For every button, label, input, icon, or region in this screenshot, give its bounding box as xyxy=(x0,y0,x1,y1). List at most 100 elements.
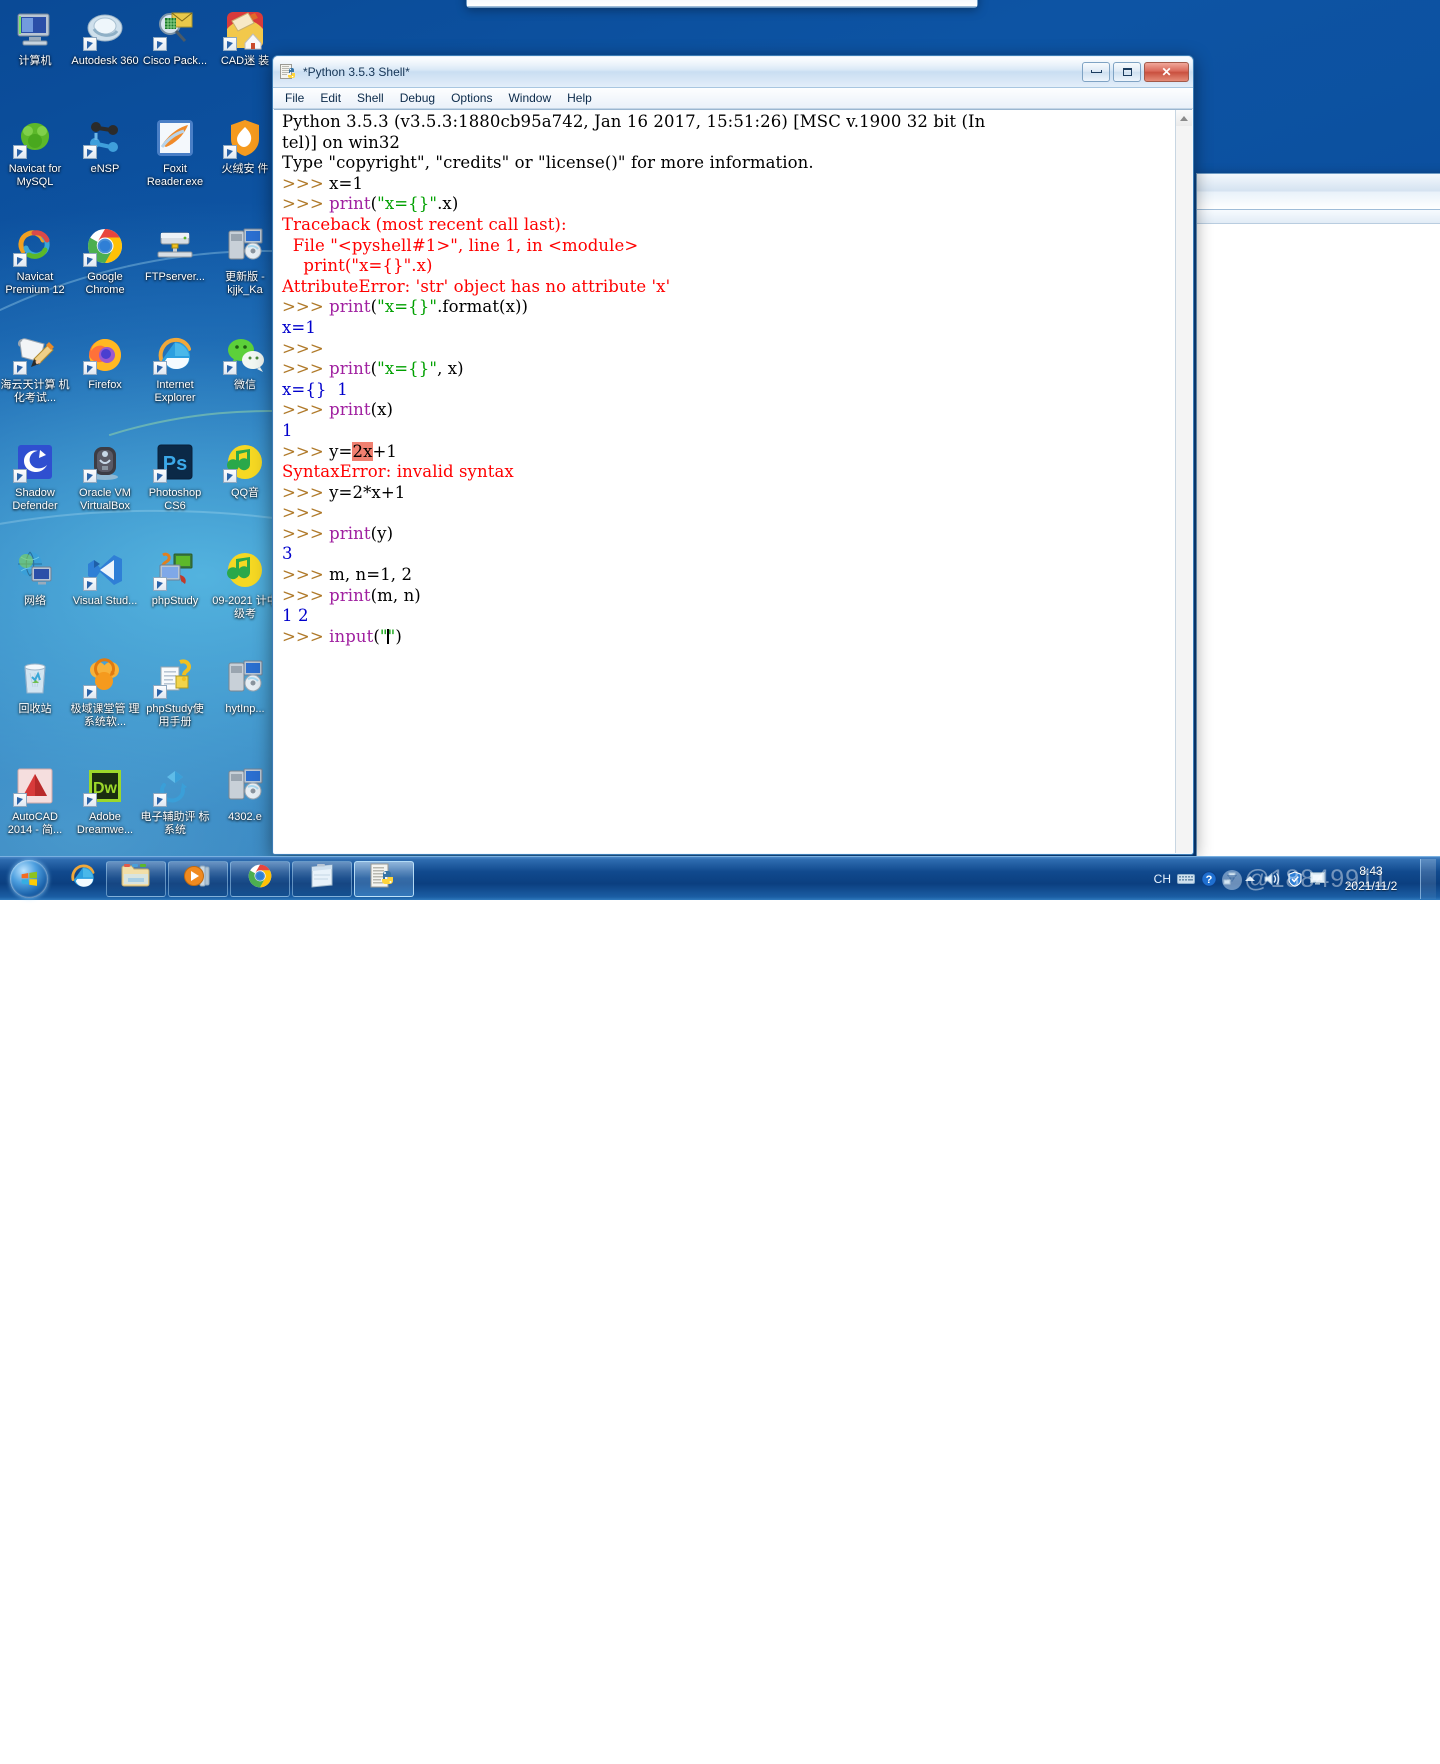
shell-text-span: AttributeError: 'str' object has no attr… xyxy=(282,277,670,296)
network-icon[interactable] xyxy=(1223,871,1237,887)
desktop-icon-cad-install[interactable]: CAD迷 装 xyxy=(210,4,280,112)
shortcut-arrow-icon xyxy=(13,469,27,483)
input-method-indicator[interactable]: CH xyxy=(1154,872,1171,886)
shell-text-span: input xyxy=(329,627,373,646)
desktop-icon-wechat[interactable]: 微信 xyxy=(210,328,280,436)
clock[interactable]: 8:43 2021/11/2 xyxy=(1332,864,1410,894)
desktop-icon-exam-scroll-pencil[interactable]: 海云天计算 机化考试... xyxy=(0,328,70,436)
python-idle-shell-window[interactable]: *Python 3.5.3 Shell* ✕ FileEditShellDebu… xyxy=(272,55,1194,855)
qq-music-icon xyxy=(223,440,267,484)
desktop-icon-cisco-packet-tracer[interactable]: Cisco Pack... xyxy=(140,4,210,112)
background-window-right[interactable] xyxy=(1196,173,1440,873)
start-button[interactable] xyxy=(2,859,56,899)
desktop-icon-label: CAD迷 装 xyxy=(221,55,269,68)
volume-icon[interactable] xyxy=(1263,871,1281,887)
window-title: *Python 3.5.3 Shell* xyxy=(303,65,1082,79)
desktop-icon-internet-explorer[interactable]: Internet Explorer xyxy=(140,328,210,436)
menu-item-edit[interactable]: Edit xyxy=(312,89,349,108)
shell-line: 3 xyxy=(282,544,1175,565)
taskbar-button-python-idle[interactable] xyxy=(354,861,414,897)
show-hidden-icons-icon[interactable] xyxy=(1243,874,1257,884)
display-icon[interactable] xyxy=(1309,871,1326,886)
taskbar-button-folder[interactable] xyxy=(106,861,166,897)
desktop-icon-disc-drive[interactable]: hytInp... xyxy=(210,652,280,760)
desktop-icon-disc-drive[interactable]: 4302.e xyxy=(210,760,280,868)
shell-text-span: Traceback (most recent call last): xyxy=(282,215,567,234)
internet-explorer-icon xyxy=(153,332,197,376)
desktop-icon-huorong-security[interactable]: 火绒安 件 xyxy=(210,112,280,220)
scroll-up-button[interactable] xyxy=(1176,110,1192,126)
window-controls: ✕ xyxy=(1082,62,1191,82)
desktop-icon-visual-studio[interactable]: Visual Stud... xyxy=(70,544,140,652)
taskbar[interactable]: CH ? xyxy=(0,856,1440,900)
shell-text-span: print xyxy=(329,586,370,605)
shortcut-arrow-icon xyxy=(153,793,167,807)
security-shield-icon[interactable] xyxy=(1287,871,1303,887)
menu-item-file[interactable]: File xyxy=(277,89,312,108)
desktop-icon-ensp[interactable]: eNSP xyxy=(70,112,140,220)
desktop-icon-help-document[interactable]: phpStudy使 用手册 xyxy=(140,652,210,760)
shell-text-span: m, n=1, 2 xyxy=(329,565,412,584)
desktop-icon-autodesk-360[interactable]: Autodesk 360 xyxy=(70,4,140,112)
desktop-icon-recycle-bin[interactable]: 回收站 xyxy=(0,652,70,760)
scroll-track[interactable] xyxy=(1176,126,1192,853)
shell-vertical-scrollbar[interactable] xyxy=(1175,110,1192,853)
desktop-icon-autocad[interactable]: AutoCAD 2014 - 简... xyxy=(0,760,70,868)
help-icon[interactable]: ? xyxy=(1201,871,1217,887)
menu-item-shell[interactable]: Shell xyxy=(349,89,392,108)
shadow-defender-icon xyxy=(13,440,57,484)
desktop-icon-photoshop-cs6[interactable]: PsPhotoshop CS6 xyxy=(140,436,210,544)
desktop-icon-navicat-mysql[interactable]: Navicat for MySQL xyxy=(0,112,70,220)
show-desktop-button[interactable] xyxy=(1420,859,1436,899)
desktop-icon-qq-music-folder[interactable]: 09-2021 计中级考 xyxy=(210,544,280,652)
taskbar-button-media-player[interactable] xyxy=(168,861,228,897)
desktop-icon-google-chrome[interactable]: Google Chrome xyxy=(70,220,140,328)
desktop-icon-virtualbox[interactable]: Oracle VM VirtualBox xyxy=(70,436,140,544)
shell-output-text[interactable]: Python 3.5.3 (v3.5.3:1880cb95a742, Jan 1… xyxy=(274,110,1175,853)
shell-text-span: +1 xyxy=(373,442,398,461)
recycle-bin-icon xyxy=(13,656,57,700)
wechat-icon xyxy=(223,332,267,376)
menu-item-window[interactable]: Window xyxy=(500,89,559,108)
maximize-button[interactable] xyxy=(1113,62,1141,82)
shell-line: x={} 1 xyxy=(282,380,1175,401)
shell-text-span: SyntaxError: invalid syntax xyxy=(282,462,514,481)
huorong-security-icon xyxy=(223,116,267,160)
desktop-icon-phpstudy[interactable]: phpStudy xyxy=(140,544,210,652)
foxit-reader-icon xyxy=(153,116,197,160)
window-titlebar[interactable]: *Python 3.5.3 Shell* ✕ xyxy=(273,56,1193,88)
shortcut-arrow-icon xyxy=(223,37,237,51)
desktop-icon-foxit-reader[interactable]: Foxit Reader.exe xyxy=(140,112,210,220)
desktop[interactable]: 计算机Autodesk 360Cisco Pack... CAD迷 装 Navica… xyxy=(0,0,1440,900)
background-window-top[interactable] xyxy=(466,0,978,8)
menu-item-debug[interactable]: Debug xyxy=(392,89,443,108)
taskbar-quicklaunch-internet-explorer[interactable] xyxy=(62,861,104,897)
desktop-icon-firefox[interactable]: Firefox xyxy=(70,328,140,436)
desktop-icon-label: 火绒安 件 xyxy=(221,163,268,176)
taskbar-button-google-chrome[interactable] xyxy=(230,861,290,897)
help-document-icon xyxy=(153,656,197,700)
desktop-icon-disc-drive[interactable]: 更新版 -kjjk_Ka xyxy=(210,220,280,328)
clock-date: 2021/11/2 xyxy=(1345,879,1398,894)
desktop-icon-qq-music[interactable]: QQ音 xyxy=(210,436,280,544)
menu-item-options[interactable]: Options xyxy=(443,89,500,108)
keyboard-icon[interactable] xyxy=(1177,873,1195,885)
minimize-button[interactable] xyxy=(1082,62,1110,82)
desktop-icon-navicat-premium[interactable]: Navicat Premium 12 xyxy=(0,220,70,328)
taskbar-button-notepad[interactable] xyxy=(292,861,352,897)
bid-eval-icon xyxy=(153,764,197,808)
desktop-icon-jiyu-classroom[interactable]: 极域课堂管 理系统软... xyxy=(70,652,140,760)
desktop-icon-label: 更新版 -kjjk_Ka xyxy=(210,271,280,297)
desktop-icon-computer[interactable]: 计算机 xyxy=(0,4,70,112)
desktop-icon-network[interactable]: 网络 xyxy=(0,544,70,652)
desktop-icon-dreamweaver[interactable]: DwAdobe Dreamwe... xyxy=(70,760,140,868)
desktop-icon-shadow-defender[interactable]: Shadow Defender xyxy=(0,436,70,544)
shell-line: Type "copyright", "credits" or "license(… xyxy=(282,153,1175,174)
menu-item-help[interactable]: Help xyxy=(559,89,600,108)
desktop-icon-ftp-server[interactable]: FTPserver... xyxy=(140,220,210,328)
close-button[interactable]: ✕ xyxy=(1144,62,1189,82)
desktop-icon-label: 电子辅助评 标系统 xyxy=(140,811,210,837)
desktop-icon-bid-eval[interactable]: 电子辅助评 标系统 xyxy=(140,760,210,868)
shell-text-span: "x={}" xyxy=(377,359,437,378)
shell-error-highlight: 2x xyxy=(352,442,372,461)
